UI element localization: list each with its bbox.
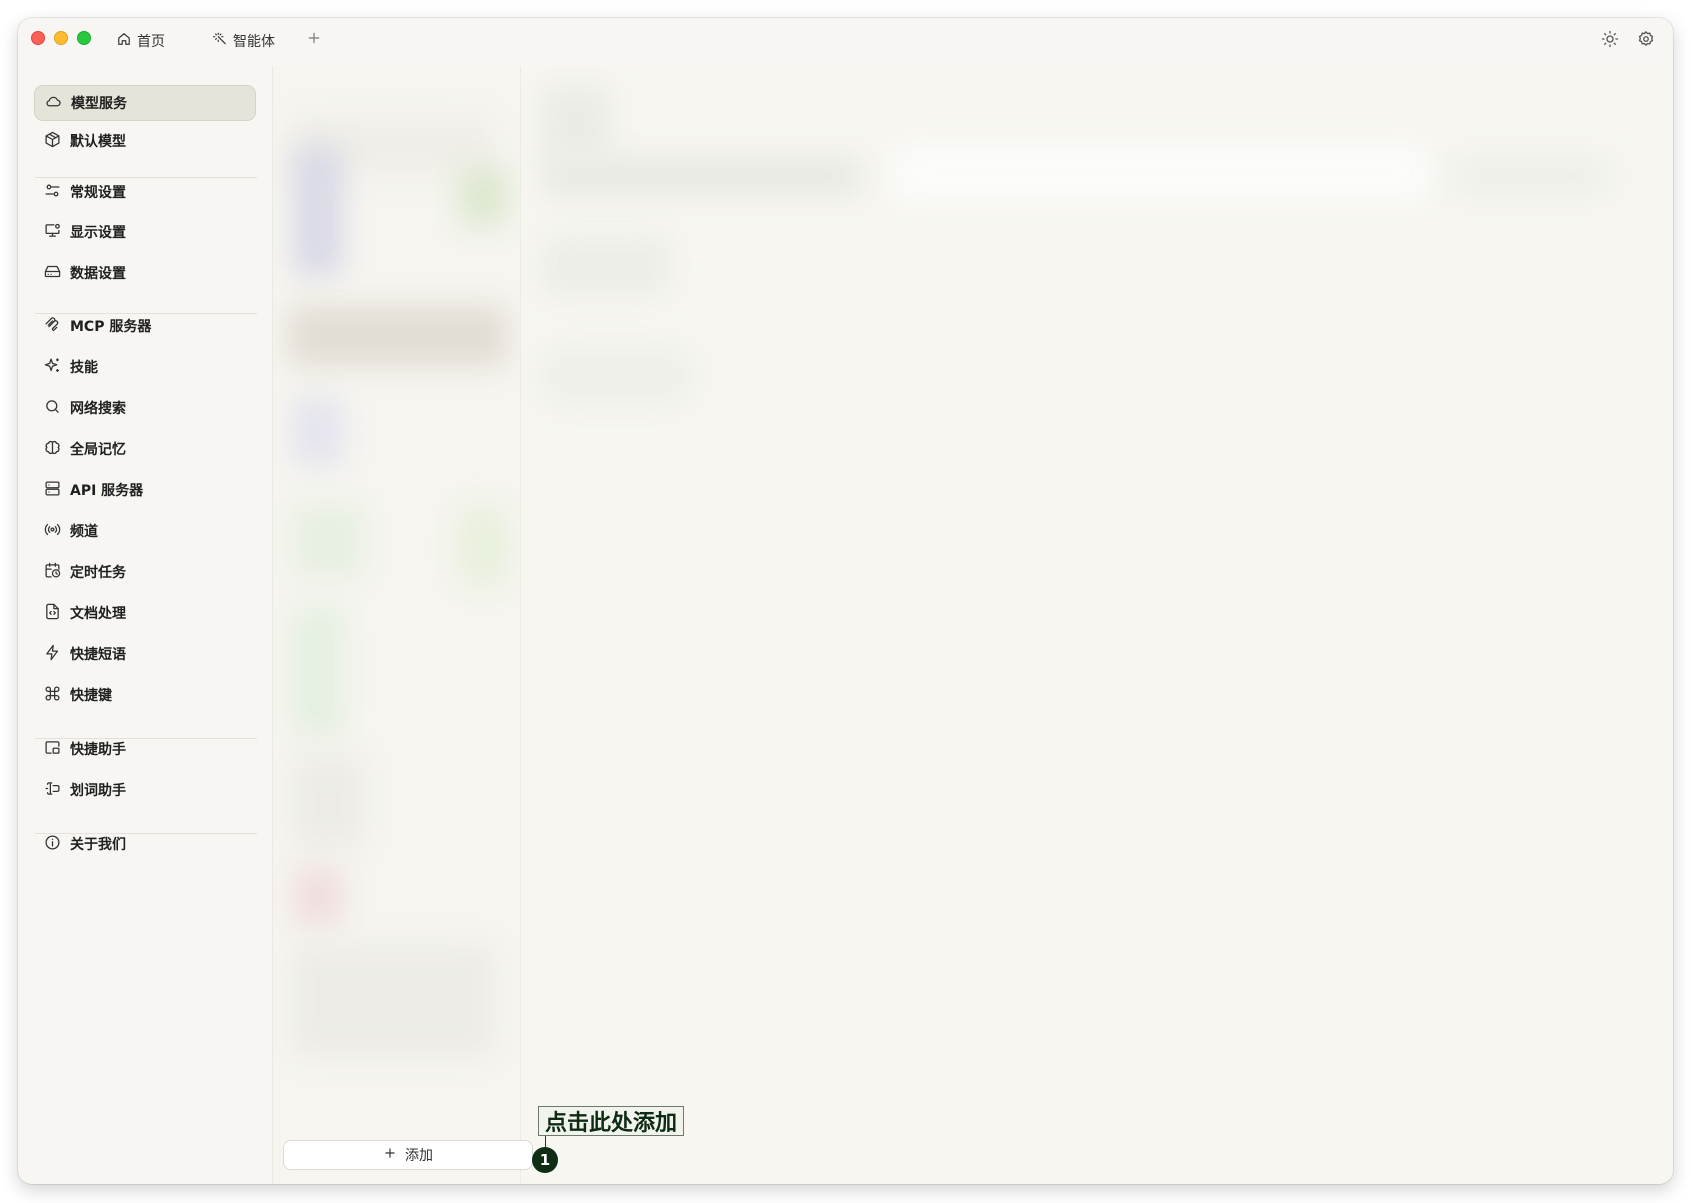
blurred-region <box>293 756 363 846</box>
blurred-region <box>541 156 861 196</box>
sidebar-item-display-settings[interactable]: 显示设置 <box>34 214 256 250</box>
sidebar-item-default-model[interactable]: 默认模型 <box>34 123 256 159</box>
title-bar: 首页 智能体 <box>18 18 1673 66</box>
settings-sidebar: 模型服务 默认模型 常规设置 显示设置 数据设置 MCP 服务器 技能 网络搜索… <box>18 66 271 1184</box>
sidebar-item-model-services[interactable]: 模型服务 <box>34 85 256 121</box>
blurred-region <box>293 146 343 276</box>
blurred-region <box>458 166 508 226</box>
tab-home-label: 首页 <box>137 34 165 50</box>
sidebar-item-data-settings[interactable]: 数据设置 <box>34 255 256 291</box>
app-window: 首页 智能体 模型服务 默认模型 常规设置 显示设置 数据设置 MCP 服务器 … <box>18 18 1673 1184</box>
sidebar-item-label: 数据设置 <box>70 266 126 282</box>
blurred-region <box>458 506 508 586</box>
blurred-region <box>1451 156 1611 196</box>
sidebar-item-label: 快捷助手 <box>70 742 126 758</box>
zoom-window-button[interactable] <box>77 31 91 45</box>
close-window-button[interactable] <box>31 31 45 45</box>
text-cursor-icon <box>44 780 61 801</box>
tab-home[interactable]: 首页 <box>117 30 165 52</box>
sidebar-item-label: 频道 <box>70 524 98 540</box>
sidebar-item-document-processing[interactable]: 文档处理 <box>34 595 256 631</box>
blurred-region <box>891 146 1431 201</box>
theme-toggle-button[interactable] <box>1601 30 1619 48</box>
sidebar-item-label: 文档处理 <box>70 606 126 622</box>
sidebar-item-quick-phrases[interactable]: 快捷短语 <box>34 636 256 672</box>
blurred-region <box>293 396 343 466</box>
blurred-region <box>293 606 343 736</box>
sidebar-item-label: 划词助手 <box>70 783 126 799</box>
sidebar-item-api-server[interactable]: API 服务器 <box>34 472 256 508</box>
sidebar-item-label: 定时任务 <box>70 565 126 581</box>
search-icon <box>44 398 61 419</box>
add-provider-label: 添加 <box>405 1148 433 1164</box>
sidebar-item-label: 快捷键 <box>70 688 112 704</box>
sidebar-item-quick-assistant[interactable]: 快捷助手 <box>34 731 256 767</box>
annotation-step-badge: 1 <box>532 1147 558 1173</box>
sidebar-item-label: 显示设置 <box>70 225 126 241</box>
sidebar-item-label: 网络搜索 <box>70 401 126 417</box>
blurred-region <box>288 306 508 366</box>
info-icon <box>44 834 61 855</box>
sidebar-item-selection-assistant[interactable]: 划词助手 <box>34 772 256 808</box>
sidebar-item-mcp-servers[interactable]: MCP 服务器 <box>34 308 256 344</box>
sparkle-wand-icon <box>213 32 227 50</box>
sparkles-icon <box>44 357 61 378</box>
sidebar-item-label: 快捷短语 <box>70 647 126 663</box>
blurred-region <box>293 506 363 576</box>
brain-icon <box>44 439 61 460</box>
blurred-region <box>541 236 671 296</box>
file-code-icon <box>44 603 61 624</box>
annotation-callout: 点击此处添加 <box>538 1106 685 1136</box>
tab-agents-label: 智能体 <box>233 34 275 50</box>
hard-drive-icon <box>44 263 61 284</box>
sidebar-item-label: MCP 服务器 <box>70 319 152 335</box>
blurred-region <box>293 946 493 1056</box>
sidebar-item-channels[interactable]: 频道 <box>34 513 256 549</box>
sidebar-item-label: 常规设置 <box>70 185 126 201</box>
settings-button[interactable] <box>1637 30 1655 48</box>
sidebar-item-shortcuts[interactable]: 快捷键 <box>34 677 256 713</box>
server-icon <box>44 480 61 501</box>
monitor-icon <box>44 222 61 243</box>
provider-detail-blurred <box>521 66 1673 1184</box>
sidebar-item-label: 技能 <box>70 360 98 376</box>
provider-list-blurred <box>273 66 520 1184</box>
cube-icon <box>44 131 61 152</box>
calendar-clock-icon <box>44 562 61 583</box>
blurred-region <box>541 86 611 156</box>
plus-icon <box>383 1146 397 1164</box>
blurred-region <box>293 866 343 926</box>
sliders-icon <box>44 182 61 203</box>
sun-icon <box>1601 30 1619 52</box>
mcp-icon <box>44 316 61 337</box>
sidebar-item-label: API 服务器 <box>70 483 144 499</box>
sidebar-item-label: 模型服务 <box>71 96 127 112</box>
sidebar-item-web-search[interactable]: 网络搜索 <box>34 390 256 426</box>
cloud-icon <box>45 93 62 114</box>
sidebar-item-label: 关于我们 <box>70 837 126 853</box>
minimize-window-button[interactable] <box>54 31 68 45</box>
add-provider-button[interactable]: 添加 <box>283 1140 533 1170</box>
gear-icon <box>1637 31 1655 52</box>
sidebar-item-global-memory[interactable]: 全局记忆 <box>34 431 256 467</box>
new-tab-button[interactable] <box>306 29 322 51</box>
sidebar-item-label: 默认模型 <box>70 134 126 150</box>
sidebar-item-label: 全局记忆 <box>70 442 126 458</box>
sidebar-item-general-settings[interactable]: 常规设置 <box>34 174 256 210</box>
app-window-icon <box>44 739 61 760</box>
sidebar-item-skills[interactable]: 技能 <box>34 349 256 385</box>
zap-icon <box>44 644 61 665</box>
home-icon <box>117 32 131 50</box>
command-icon <box>44 685 61 706</box>
tab-agents[interactable]: 智能体 <box>213 30 275 52</box>
blurred-region <box>541 346 691 406</box>
plus-icon <box>306 30 322 50</box>
broadcast-icon <box>44 521 61 542</box>
sidebar-item-about[interactable]: 关于我们 <box>34 826 256 862</box>
sidebar-item-scheduled-tasks[interactable]: 定时任务 <box>34 554 256 590</box>
